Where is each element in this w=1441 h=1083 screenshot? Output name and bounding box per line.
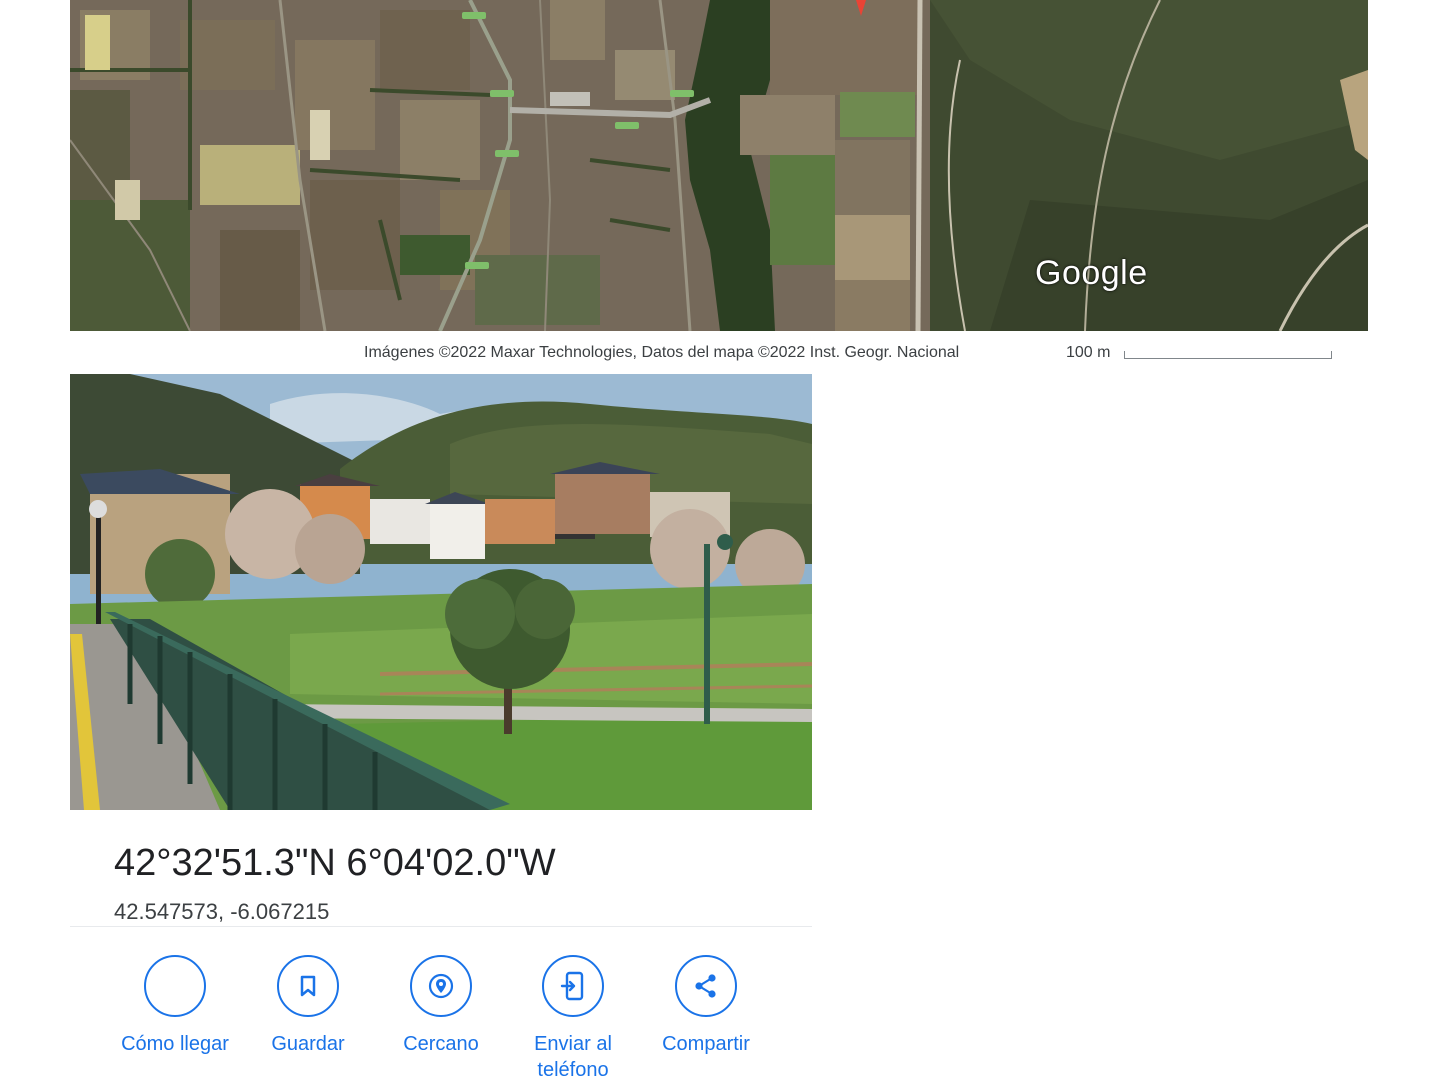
share-button[interactable]: Compartir	[636, 955, 776, 1057]
send-to-phone-icon	[542, 955, 604, 1017]
place-photo[interactable]	[70, 374, 812, 810]
share-icon	[675, 955, 737, 1017]
directions-label: Cómo llegar	[121, 1033, 229, 1055]
coordinates-decimal[interactable]: 42.547573, -6.067215	[114, 899, 329, 925]
street-photo	[70, 374, 812, 810]
divider	[70, 926, 812, 927]
coordinates-dms: 42°32'51.3"N 6°04'02.0"W	[114, 842, 556, 884]
save-button[interactable]: Guardar	[238, 955, 378, 1057]
scale-label[interactable]: 100 m	[1066, 344, 1110, 362]
map-attribution[interactable]: Imágenes ©2022 Maxar Technologies, Datos…	[364, 344, 959, 362]
share-label: Compartir	[662, 1033, 750, 1055]
map-footer: Imágenes ©2022 Maxar Technologies, Datos…	[0, 343, 1441, 367]
directions-icon	[144, 955, 206, 1017]
google-logo: Google	[1035, 254, 1148, 292]
scale-bar	[1124, 351, 1332, 359]
nearby-button[interactable]: Cercano	[371, 955, 511, 1057]
satellite-imagery	[70, 0, 1368, 331]
satellite-map[interactable]: Google	[70, 0, 1368, 331]
save-label: Guardar	[271, 1033, 345, 1055]
send-to-phone-label: Enviar al teléfono	[534, 1033, 612, 1081]
bookmark-icon	[277, 955, 339, 1017]
nearby-icon	[410, 955, 472, 1017]
send-to-phone-button[interactable]: Enviar al teléfono	[503, 955, 643, 1083]
directions-button[interactable]: Cómo llegar	[105, 955, 245, 1057]
nearby-label: Cercano	[403, 1033, 479, 1055]
